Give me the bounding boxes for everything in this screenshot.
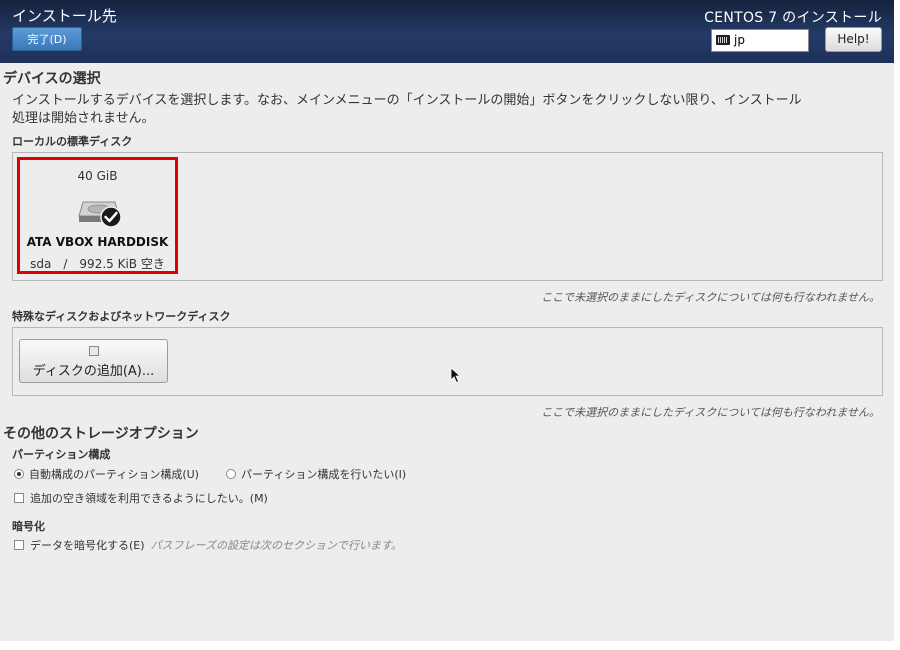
local-disks-note: ここで未選択のままにしたディスクについては何も行なわれません。 (541, 291, 880, 304)
auto-partition-option[interactable]: 自動構成のパーティション構成(U) (14, 466, 199, 482)
keyboard-layout-indicator[interactable]: jp (711, 29, 809, 52)
hard-disk-selected-icon (78, 201, 122, 228)
auto-partition-label: 自動構成のパーティション構成(U) (29, 468, 199, 481)
mouse-pointer-icon (450, 367, 462, 384)
keyboard-layout-label: jp (734, 33, 745, 47)
extra-space-option[interactable]: 追加の空き領域を利用できるようにしたい。(M) (14, 490, 268, 506)
device-selection-description-1: インストールするデバイスを選択します。なお、メインメニューの「インストールの開始… (12, 93, 802, 108)
device-selection-heading: デバイスの選択 (3, 71, 101, 87)
special-disks-note: ここで未選択のままにしたディスクについては何も行なわれません。 (541, 406, 880, 419)
manual-partition-radio[interactable] (226, 469, 236, 479)
extra-space-label: 追加の空き領域を利用できるようにしたい。(M) (30, 492, 268, 505)
auto-partition-radio[interactable] (14, 469, 24, 479)
done-button[interactable]: 完了(D) (12, 27, 82, 51)
add-disk-button[interactable]: ディスクの追加(A)... (19, 339, 168, 383)
disk-name: ATA VBOX HARDDISK (26, 235, 169, 249)
partition-heading: パーティション構成 (12, 448, 111, 461)
disk-tile-sda[interactable]: 40 GiB ATA VBOX HARDDISK sda / 992.5 KiB… (17, 157, 178, 274)
special-disks-heading: 特殊なディスクおよびネットワークディスク (12, 310, 231, 323)
encrypt-option[interactable]: データを暗号化する(E) パスフレーズの設定は次のセクションで行います。 (14, 537, 402, 553)
header-bar: インストール先 完了(D) CENTOS 7 のインストール jp Help! (0, 0, 894, 63)
add-disk-label: ディスクの追加(A)... (32, 364, 155, 379)
manual-partition-label: パーティション構成を行いたい(I) (241, 468, 407, 481)
encrypt-label: データを暗号化する(E) (30, 539, 145, 552)
help-button[interactable]: Help! (825, 27, 882, 52)
keyboard-icon (716, 35, 730, 45)
encrypt-checkbox[interactable] (14, 540, 24, 550)
encrypt-hint: パスフレーズの設定は次のセクションで行います。 (150, 539, 402, 552)
installer-window: インストール先 完了(D) CENTOS 7 のインストール jp Help! … (0, 0, 894, 641)
add-disk-icon (89, 346, 99, 356)
disk-size: 40 GiB (77, 169, 118, 183)
device-selection-description-2: 処理は開始されません。 (12, 111, 155, 126)
manual-partition-option[interactable]: パーティション構成を行いたい(I) (226, 466, 406, 482)
local-disks-heading: ローカルの標準ディスク (12, 135, 133, 148)
other-storage-heading: その他のストレージオプション (3, 426, 199, 442)
product-title: CENTOS 7 のインストール (704, 10, 882, 26)
page-title: インストール先 (12, 7, 117, 25)
disk-detail: sda / 992.5 KiB 空き (30, 257, 165, 271)
extra-space-checkbox[interactable] (14, 493, 24, 503)
encryption-heading: 暗号化 (12, 520, 45, 533)
